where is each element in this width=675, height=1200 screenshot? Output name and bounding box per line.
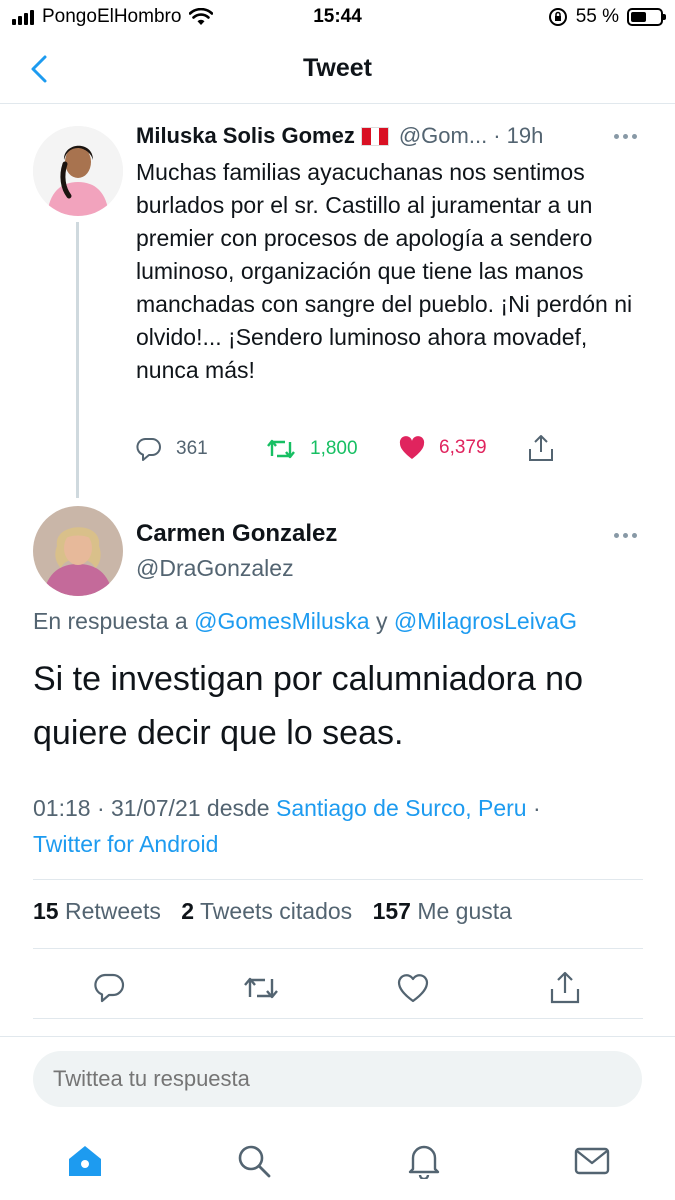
retweet-icon	[244, 977, 278, 999]
page-title: Tweet	[303, 54, 372, 82]
parent-reply-count: 361	[176, 438, 208, 459]
likes-label: Me gusta	[417, 898, 512, 924]
parent-retweet-count: 1,800	[310, 438, 358, 459]
tab-notifications[interactable]	[404, 1141, 444, 1181]
reply-bar	[0, 1036, 675, 1200]
main-avatar-image	[33, 506, 123, 596]
parent-actions: 361 1,800 6,379	[136, 432, 566, 472]
main-avatar[interactable]	[33, 506, 123, 596]
parent-name[interactable]: Miluska Solis Gomez	[136, 123, 355, 149]
home-icon	[69, 1146, 101, 1176]
reply-to-user-1[interactable]: @GomesMiluska	[194, 608, 369, 634]
battery-icon	[627, 8, 666, 26]
reply-to-separator: y	[369, 608, 394, 634]
retweet-icon	[267, 439, 295, 459]
parent-tweet-text: Muchas familias ayacuchanas nos sentimos…	[136, 159, 633, 383]
tweet-timestamp: 01:18 · 31/07/21 desde	[33, 795, 276, 821]
main-reply-button[interactable]	[89, 968, 129, 1008]
reply-to-prefix: En respuesta a	[33, 608, 195, 634]
parent-header: Miluska Solis Gomez @Gom... · 19h	[136, 123, 646, 149]
tab-search[interactable]	[234, 1141, 274, 1181]
mail-icon	[574, 1147, 610, 1175]
heart-filled-icon	[399, 436, 425, 459]
divider-bottom	[33, 1018, 643, 1019]
reply-input[interactable]	[33, 1051, 642, 1107]
battery-percent: 55 %	[575, 6, 619, 27]
status-right: 55 %	[548, 6, 666, 28]
tab-home[interactable]	[65, 1141, 105, 1181]
bell-icon	[408, 1145, 440, 1179]
quotes-label: Tweets citados	[200, 898, 353, 924]
parent-like-count: 6,379	[439, 437, 487, 458]
tweet-location[interactable]: Santiago de Surco, Peru	[276, 795, 527, 821]
main-actions	[0, 960, 675, 1016]
orientation-lock-icon	[548, 8, 567, 26]
divider-middle	[33, 948, 643, 949]
retweets-label: Retweets	[64, 898, 161, 924]
parent-reply-button[interactable]: 361	[136, 436, 208, 462]
main-author-handle[interactable]: @DraGonzalez	[136, 555, 294, 582]
divider-top	[33, 879, 643, 880]
peru-flag-icon	[360, 126, 389, 146]
heart-icon	[397, 974, 429, 1003]
main-like-button[interactable]	[393, 968, 433, 1008]
reply-icon	[94, 973, 125, 1003]
quotes-count: 2	[181, 898, 195, 924]
parent-handle[interactable]: @Gom...	[399, 123, 487, 149]
retweets-count: 15	[33, 898, 59, 924]
main-author-name[interactable]: Carmen Gonzalez	[136, 520, 337, 548]
status-bar: PongoElHombro 15:44 55 %	[0, 0, 675, 36]
main-retweet-button[interactable]	[241, 968, 281, 1008]
reply-to-user-2[interactable]: @MilagrosLeivaG	[394, 608, 577, 634]
parent-share-button[interactable]	[528, 434, 554, 462]
parent-avatar[interactable]	[33, 126, 123, 216]
tweet-meta: 01:18 · 31/07/21 desde Santiago de Surco…	[33, 790, 643, 862]
parent-more-button[interactable]	[614, 134, 637, 139]
tweet-stats: 15 Retweets 2 Tweets citados 157 Me gust…	[33, 898, 512, 925]
likes-stat[interactable]: 157 Me gusta	[373, 898, 512, 924]
main-more-button[interactable]	[614, 533, 637, 538]
share-icon	[550, 971, 580, 1004]
tweet-source[interactable]: Twitter for Android	[33, 831, 218, 857]
main-tweet-text: Si te investigan por calumniadora no qui…	[33, 660, 583, 752]
nav-bar: Tweet	[0, 36, 675, 104]
parent-like-button[interactable]: 6,379	[399, 436, 487, 460]
tab-messages[interactable]	[572, 1141, 612, 1181]
share-icon	[529, 435, 553, 461]
search-icon	[238, 1145, 271, 1178]
retweets-stat[interactable]: 15 Retweets	[33, 898, 175, 924]
parent-time: · 19h	[493, 123, 544, 148]
parent-avatar-image	[33, 126, 123, 216]
quotes-stat[interactable]: 2 Tweets citados	[181, 898, 366, 924]
reply-icon	[136, 438, 161, 461]
parent-retweet-button[interactable]: 1,800	[266, 436, 358, 462]
meta-separator: ·	[526, 795, 541, 821]
thread-line	[76, 222, 79, 498]
main-share-button[interactable]	[545, 968, 585, 1008]
likes-count: 157	[372, 898, 411, 924]
reply-to-line: En respuesta a @GomesMiluska y @Milagros…	[33, 608, 577, 635]
